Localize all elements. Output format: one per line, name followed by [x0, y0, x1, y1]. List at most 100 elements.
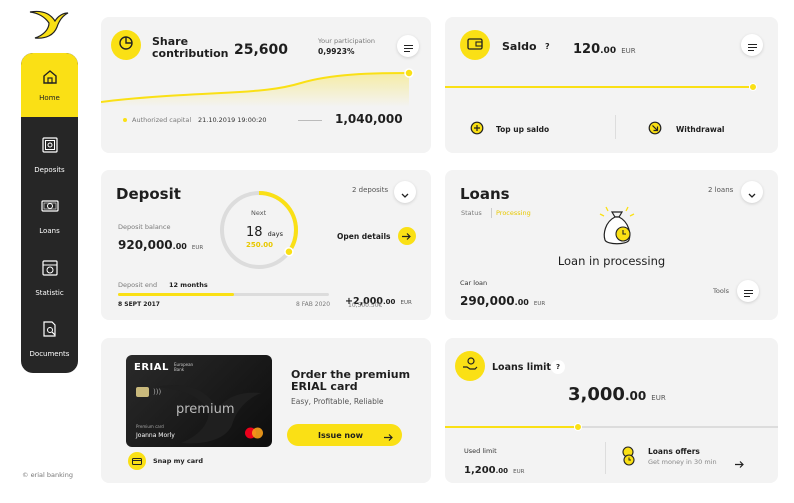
deposit-dropdown-button[interactable] — [394, 181, 416, 203]
offer-subtitle: Easy, Profitable, Reliable — [291, 397, 384, 406]
statistic-icon — [41, 259, 59, 281]
nav-item-loans[interactable]: Loans — [21, 186, 78, 246]
loans-offers-title: Loans offers — [648, 447, 700, 456]
authorized-date: 21.10.2019 19:00:20 — [198, 116, 267, 124]
document-search-icon — [41, 320, 59, 342]
deposit-end-label: Deposit end — [118, 281, 158, 289]
card-holder: Joanna Morly — [136, 432, 175, 439]
car-loan-main: 290,000 — [460, 294, 515, 308]
saldo-menu-button[interactable] — [741, 34, 763, 56]
menu-icon — [403, 37, 413, 56]
saldo-question[interactable]: ? — [545, 42, 550, 51]
loans-title: Loans — [460, 185, 510, 203]
footer-brand: © erial banking — [22, 471, 73, 479]
limit-icon-circle — [455, 351, 485, 381]
loans-status-label: Status — [461, 209, 482, 217]
used-limit-amount: 1,200.00 EUR — [464, 458, 524, 477]
deposit-card: Deposit 2 deposits Deposit balance 920,0… — [101, 170, 431, 320]
loans-card: Loans 2 loans Status Processing Loan in … — [445, 170, 778, 320]
money-bag-clock-icon — [595, 204, 639, 254]
nav-item-home[interactable]: Home — [21, 53, 78, 117]
chip-icon — [136, 387, 149, 397]
deposit-end-date: 8 FAB 2020 — [296, 301, 331, 308]
coin-clock-icon — [621, 446, 637, 470]
car-loan-currency: EUR — [533, 301, 546, 307]
home-icon — [42, 69, 58, 85]
premium-card-offer: ERIAL European Bank ))) premium Premium … — [101, 338, 431, 483]
loans-status-divider — [491, 208, 492, 218]
nav-label-documents: Documents — [29, 350, 70, 358]
loans-count: 2 loans — [708, 186, 734, 194]
loans-status-value: Processing — [496, 209, 531, 217]
deposit-start-date: 8 SEPT 2017 — [118, 301, 160, 308]
deposit-gain-currency: EUR — [400, 300, 412, 306]
deposit-term-fill — [118, 293, 235, 296]
deposit-balance: 920,000.00 EUR — [118, 234, 203, 253]
nav-item-documents[interactable]: Documents — [21, 309, 78, 369]
card-bank-name: ERIAL — [134, 362, 169, 373]
car-loan-dec: .00 — [514, 298, 529, 307]
card-icon — [128, 452, 146, 470]
saldo-title: Saldo — [502, 40, 537, 53]
authorized-value: 1,040,000 — [335, 112, 403, 126]
saldo-track — [445, 86, 753, 88]
nav-label-statistic: Statistic — [35, 289, 64, 297]
snap-card-label: Snap my card — [153, 457, 203, 465]
top-up-button[interactable]: Top up saldo — [470, 120, 549, 139]
snap-card-button[interactable]: Snap my card — [128, 452, 203, 470]
premium-card-image: ERIAL European Bank ))) premium Premium … — [126, 355, 272, 447]
saldo-amount-main: 120 — [573, 42, 601, 57]
ring-value-row: 18 days — [246, 221, 283, 240]
used-limit-currency: EUR — [513, 469, 525, 475]
issue-now-button[interactable]: Issue now — [287, 424, 402, 446]
open-details-label: Open details — [337, 231, 391, 241]
share-icon-circle — [111, 30, 141, 60]
nav-item-deposits[interactable]: Deposits — [21, 125, 78, 185]
limit-question-button[interactable]: ? — [551, 360, 565, 374]
limit-amount: 3,000.00 EUR — [568, 384, 666, 405]
withdrawal-button[interactable]: Withdrawal — [648, 120, 724, 139]
loans-offers-sub: Get money in 30 min — [648, 458, 717, 466]
card-product: premium — [176, 402, 235, 417]
saldo-divider — [615, 115, 616, 139]
limit-amount-main: 3,000 — [568, 384, 625, 405]
open-details-button[interactable]: Open details — [337, 227, 416, 245]
share-value: 25,600 — [234, 42, 289, 58]
divider — [298, 120, 322, 121]
deposit-ring-dot — [284, 246, 294, 257]
arrow-right-icon — [384, 426, 393, 445]
participation-value: 0,9923% — [318, 47, 355, 56]
share-menu-button[interactable] — [397, 35, 419, 57]
limit-amount-dec: .00 — [624, 389, 647, 403]
loan-processing-text: Loan in processing — [557, 254, 666, 268]
nav-item-statistic[interactable]: Statistic — [21, 248, 78, 308]
deposit-gain-dec: .00 — [383, 298, 396, 306]
mastercard-logo — [245, 427, 263, 439]
cash-icon — [40, 197, 59, 219]
safe-icon — [41, 136, 59, 158]
loans-offers-button[interactable]: Loans offers Get money in 30 min — [621, 444, 751, 474]
deposit-balance-main: 920,000 — [118, 238, 173, 252]
deposit-balance-dec: .00 — [172, 242, 187, 251]
withdraw-arrow-icon — [648, 120, 662, 139]
hand-coin-icon — [462, 356, 478, 376]
share-growth-chart — [101, 68, 414, 107]
tools-menu-button[interactable] — [737, 280, 759, 302]
limit-track — [445, 426, 778, 428]
saldo-amount-dec: .00 — [600, 46, 617, 56]
ring-unit: days — [267, 230, 283, 238]
saldo-track-dot — [749, 83, 757, 91]
menu-icon — [747, 36, 757, 55]
ring-label: Next — [251, 209, 267, 217]
loans-dropdown-button[interactable] — [741, 181, 763, 203]
chevron-down-icon — [401, 183, 409, 202]
limit-currency: EUR — [651, 394, 666, 402]
deposit-term-track — [118, 293, 329, 296]
loans-limit-card: Loans limit ? 3,000.00 EUR Used limit 1,… — [445, 338, 778, 483]
ring-value: 18 — [246, 225, 263, 240]
authorized-dot — [123, 118, 127, 122]
issue-now-label: Issue now — [318, 430, 363, 440]
saldo-currency: EUR — [621, 47, 636, 55]
limit-question: ? — [555, 363, 561, 371]
nav-label-loans: Loans — [39, 227, 60, 235]
